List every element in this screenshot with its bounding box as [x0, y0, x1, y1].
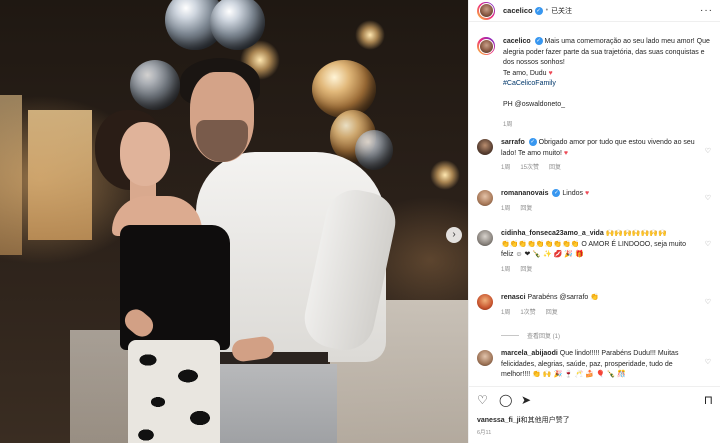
comment-time: 1周	[501, 165, 511, 171]
caption: cacelico ✓ Mais uma comemoração ao seu l…	[477, 37, 717, 128]
likes-text: 和其他用户赞了	[520, 417, 570, 424]
comment-text: 👏👏👏👏👏👏👏👏👏 O AMOR É LINDOOO, seja muito	[501, 240, 687, 248]
caption-text: Te amo, Dudu	[503, 69, 547, 77]
background-light	[430, 160, 460, 190]
comment-username[interactable]: cidinha_fonseca23amo_a_vida	[501, 230, 604, 237]
balloon	[312, 60, 376, 118]
man-pants	[212, 364, 337, 443]
comment-time: 1周	[501, 205, 511, 212]
post-actions: ♡ ◯ ➤ ⊓	[469, 386, 720, 416]
avatar[interactable]	[477, 350, 493, 366]
comments-panel: cacelico ✓ • 已关注 ··· cacelico ✓ Mais uma…	[468, 0, 720, 443]
likes-summary[interactable]: vanessa_fi_ji和其他用户赞了	[477, 415, 570, 425]
comment-time: 1周	[501, 266, 511, 273]
divider	[501, 335, 519, 336]
hashtag-link[interactable]: #CaCelicoFamily	[503, 80, 556, 87]
comment-text: 🙌🙌🙌🙌🙌🙌🙌	[605, 230, 667, 237]
caption-text: alegria poder fazer parte da sua trajetó…	[503, 48, 705, 56]
more-options-icon[interactable]: ···	[700, 5, 713, 16]
comment-text: Obrigado amor por tudo que estou vivendo…	[538, 139, 695, 146]
background-window	[28, 110, 92, 240]
chevron-right-icon: ›	[452, 229, 456, 240]
heart-icon: ♥	[548, 69, 553, 77]
heart-icon[interactable]: ♡	[705, 194, 711, 202]
comment-icon[interactable]: ◯	[499, 393, 512, 407]
caption-text: Mais uma comemoração ao seu lado meu amo…	[544, 38, 710, 45]
heart-icon: ♥	[584, 190, 590, 197]
comment: sarrafo ✓ Obrigado amor por tudo que est…	[477, 138, 717, 171]
heart-icon: ♥	[563, 149, 569, 157]
comment-likes[interactable]: 15次赞	[520, 162, 539, 171]
avatar[interactable]	[477, 294, 493, 310]
avatar[interactable]	[477, 139, 493, 155]
comment-text: melhor!!!! 👏 🙌 🎉 🍷 🥂 🍰 🎈 🍾 🎊	[501, 371, 627, 378]
caption-text: dos nossos sonhos!	[503, 59, 565, 66]
heart-icon[interactable]: ♡	[705, 358, 711, 366]
comment: cidinha_fonseca23amo_a_vida 🙌🙌🙌🙌🙌🙌🙌 👏👏👏👏…	[477, 229, 717, 273]
comment-username[interactable]: renasci	[501, 294, 526, 301]
verified-icon: ✓	[528, 138, 537, 147]
avatar[interactable]	[477, 230, 493, 246]
comment-text: Parabéns @sarrafo 👏	[527, 294, 599, 301]
verified-icon: ✓	[534, 37, 543, 46]
verified-icon: ✓	[534, 6, 543, 15]
follow-state-button[interactable]: 已关注	[551, 6, 572, 16]
background-window	[0, 95, 22, 255]
reply-button[interactable]: 回复	[520, 264, 532, 273]
reply-button[interactable]: 回复	[520, 203, 532, 212]
comment-likes[interactable]: 1次赞	[520, 307, 535, 316]
comment-text: Que lindo!!!!! Parabéns Dudu!!! Muitas	[559, 350, 679, 357]
view-replies-button[interactable]: 查看回复 (1)	[501, 331, 560, 340]
verified-icon: ✓	[552, 189, 561, 198]
next-photo-button[interactable]: ›	[446, 227, 462, 243]
comment: marcela_abijaodi Que lindo!!!!! Parabéns…	[477, 349, 717, 383]
comment: romananovais ✓ Lindos ♥ 1周 回复	[477, 189, 717, 212]
balloon	[130, 60, 180, 110]
background-light	[355, 20, 385, 50]
balloon	[355, 130, 393, 170]
avatar[interactable]	[477, 190, 493, 206]
separator: •	[545, 7, 549, 14]
header-username[interactable]: cacelico	[503, 6, 533, 15]
caption-time: 1周	[503, 121, 513, 128]
woman-skirt	[128, 340, 220, 443]
reply-button[interactable]: 回复	[546, 307, 558, 316]
woman-face	[120, 122, 170, 186]
share-icon[interactable]: ➤	[521, 393, 531, 407]
comment-username[interactable]: marcela_abijaodi	[501, 350, 558, 357]
post-date: 6月11	[477, 430, 492, 436]
comment-text: felicidades, alegrias, saúde, paz, prosp…	[501, 360, 673, 368]
like-icon[interactable]: ♡	[477, 393, 488, 407]
avatar[interactable]	[477, 37, 495, 55]
comment-username[interactable]: sarrafo	[501, 139, 525, 146]
comment-time: 1周	[501, 309, 511, 316]
avatar[interactable]	[477, 1, 495, 20]
reply-button[interactable]: 回复	[549, 162, 561, 171]
comment-text: feliz ☺ ❤ 🍾 ✨ 💋 🎉 🎁	[501, 251, 584, 258]
comment-text: Lindos	[562, 190, 584, 197]
caption-username[interactable]: cacelico	[503, 38, 531, 45]
liked-by-user[interactable]: vanessa_fi_ji	[477, 417, 521, 424]
heart-icon[interactable]: ♡	[705, 240, 711, 248]
comment-text: lado! Te amo muito!	[501, 149, 562, 157]
heart-icon[interactable]: ♡	[705, 147, 711, 155]
save-icon[interactable]: ⊓	[704, 393, 713, 407]
comment: renasci Parabéns @sarrafo 👏 1周 1次赞 回复	[477, 293, 717, 316]
comment-username[interactable]: romananovais	[501, 190, 548, 197]
post-header: cacelico ✓ • 已关注 ···	[469, 0, 720, 22]
post-photo[interactable]: ›	[0, 0, 468, 443]
view-replies-label: 查看回复 (1)	[527, 334, 561, 340]
heart-icon[interactable]: ♡	[705, 298, 711, 306]
comments-scroll[interactable]: cacelico ✓ Mais uma comemoração ao seu l…	[469, 23, 720, 383]
photo-credit: PH @oswaldoneto_	[503, 101, 565, 108]
